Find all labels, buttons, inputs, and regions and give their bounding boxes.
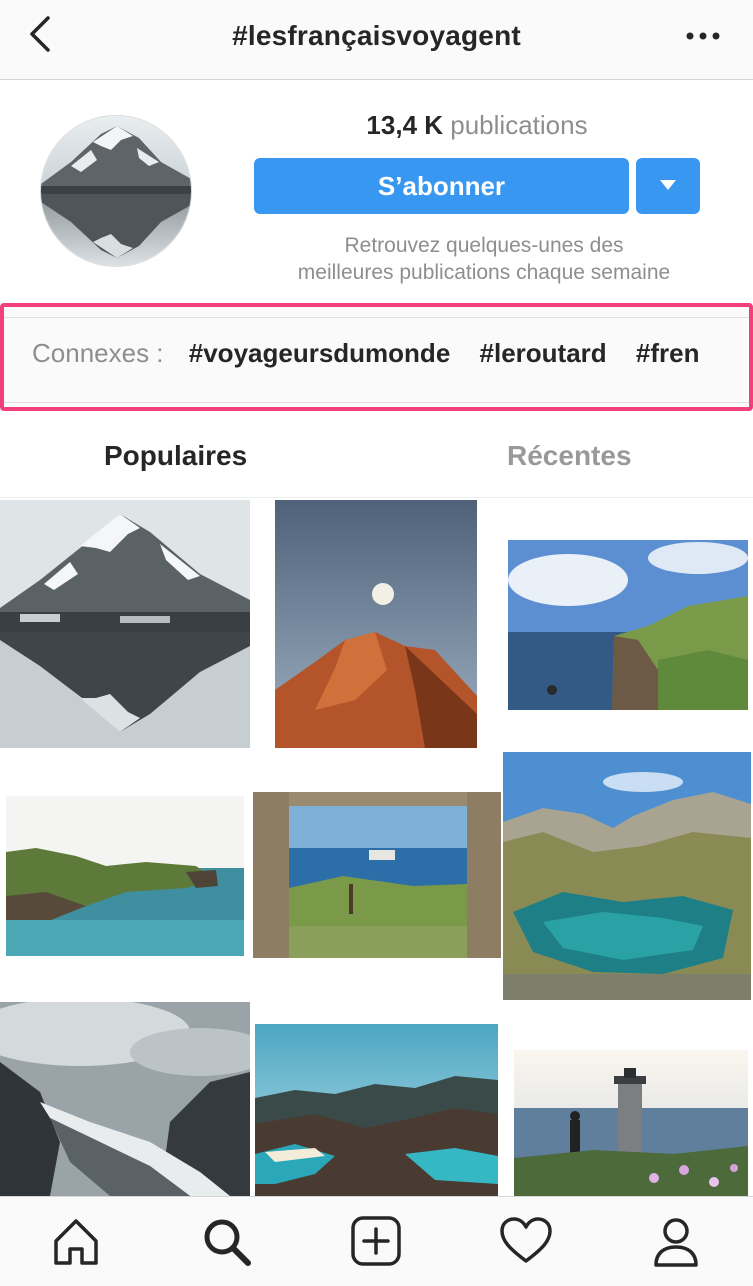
related-tag-voyageursdumonde[interactable]: #voyageursdumonde [189,338,451,368]
follow-options-button[interactable] [636,158,700,214]
triangle-down-icon [660,180,676,190]
profile-icon[interactable] [648,1213,704,1269]
photo-grid [0,498,753,1198]
stone-window-sea-view-photo [253,792,501,958]
bottom-navigation [0,1196,753,1286]
feed-tabs: Populaires Récentes [0,420,753,498]
grid-photo-3[interactable] [508,540,748,710]
heart-icon[interactable] [498,1213,554,1269]
mountain-lake-photo [503,752,751,1000]
grid-photo-7[interactable] [0,1002,250,1196]
publication-count-label: publications [450,110,588,140]
hashtag-description: Retrouvez quelques-unes des meilleures p… [254,232,714,286]
add-post-icon[interactable] [348,1213,404,1269]
tropical-islands-photo [255,1024,498,1196]
grid-photo-6[interactable] [503,752,751,1000]
green-coastline-photo [6,796,244,956]
lighthouse-coast-photo [514,1050,748,1196]
tab-recent[interactable]: Récentes [507,440,632,472]
grid-photo-5[interactable] [253,792,501,958]
related-hashtags-bar: Connexes : #voyageursdumonde #leroutard … [4,317,749,403]
grid-photo-1[interactable] [0,500,250,748]
more-horizontal-icon[interactable] [683,24,723,48]
hashtag-avatar [40,115,192,267]
grid-photo-4[interactable] [6,796,244,956]
sea-cliff-photo [508,540,748,710]
search-icon[interactable] [198,1213,254,1269]
related-hashtags-highlight: Connexes : #voyageursdumonde #leroutard … [0,303,753,411]
related-label: Connexes : [32,338,164,368]
snowy-mountain-reflection-photo [0,500,250,748]
follow-button[interactable]: S’abonner [254,158,629,214]
moon-over-red-peak-photo [275,500,477,748]
tab-popular[interactable]: Populaires [104,440,247,472]
top-header: #lesfrançaisvoyagent [0,0,753,80]
grid-photo-9[interactable] [514,1050,748,1196]
glacier-valley-photo [0,1002,250,1196]
description-line-1: Retrouvez quelques-unes des [344,234,624,257]
publication-count-value: 13,4 K [366,110,444,140]
publication-count: 13,4 K publications [254,110,700,141]
related-tag-leroutard[interactable]: #leroutard [480,338,607,368]
grid-photo-2[interactable] [275,500,477,748]
related-tag-fren[interactable]: #fren [636,338,700,368]
related-hashtags-row: Connexes : #voyageursdumonde #leroutard … [32,338,721,369]
home-icon[interactable] [48,1213,104,1269]
page-title: #lesfrançaisvoyagent [232,20,521,51]
grid-photo-8[interactable] [255,1024,498,1196]
description-line-2: meilleures publications chaque semaine [297,261,671,284]
